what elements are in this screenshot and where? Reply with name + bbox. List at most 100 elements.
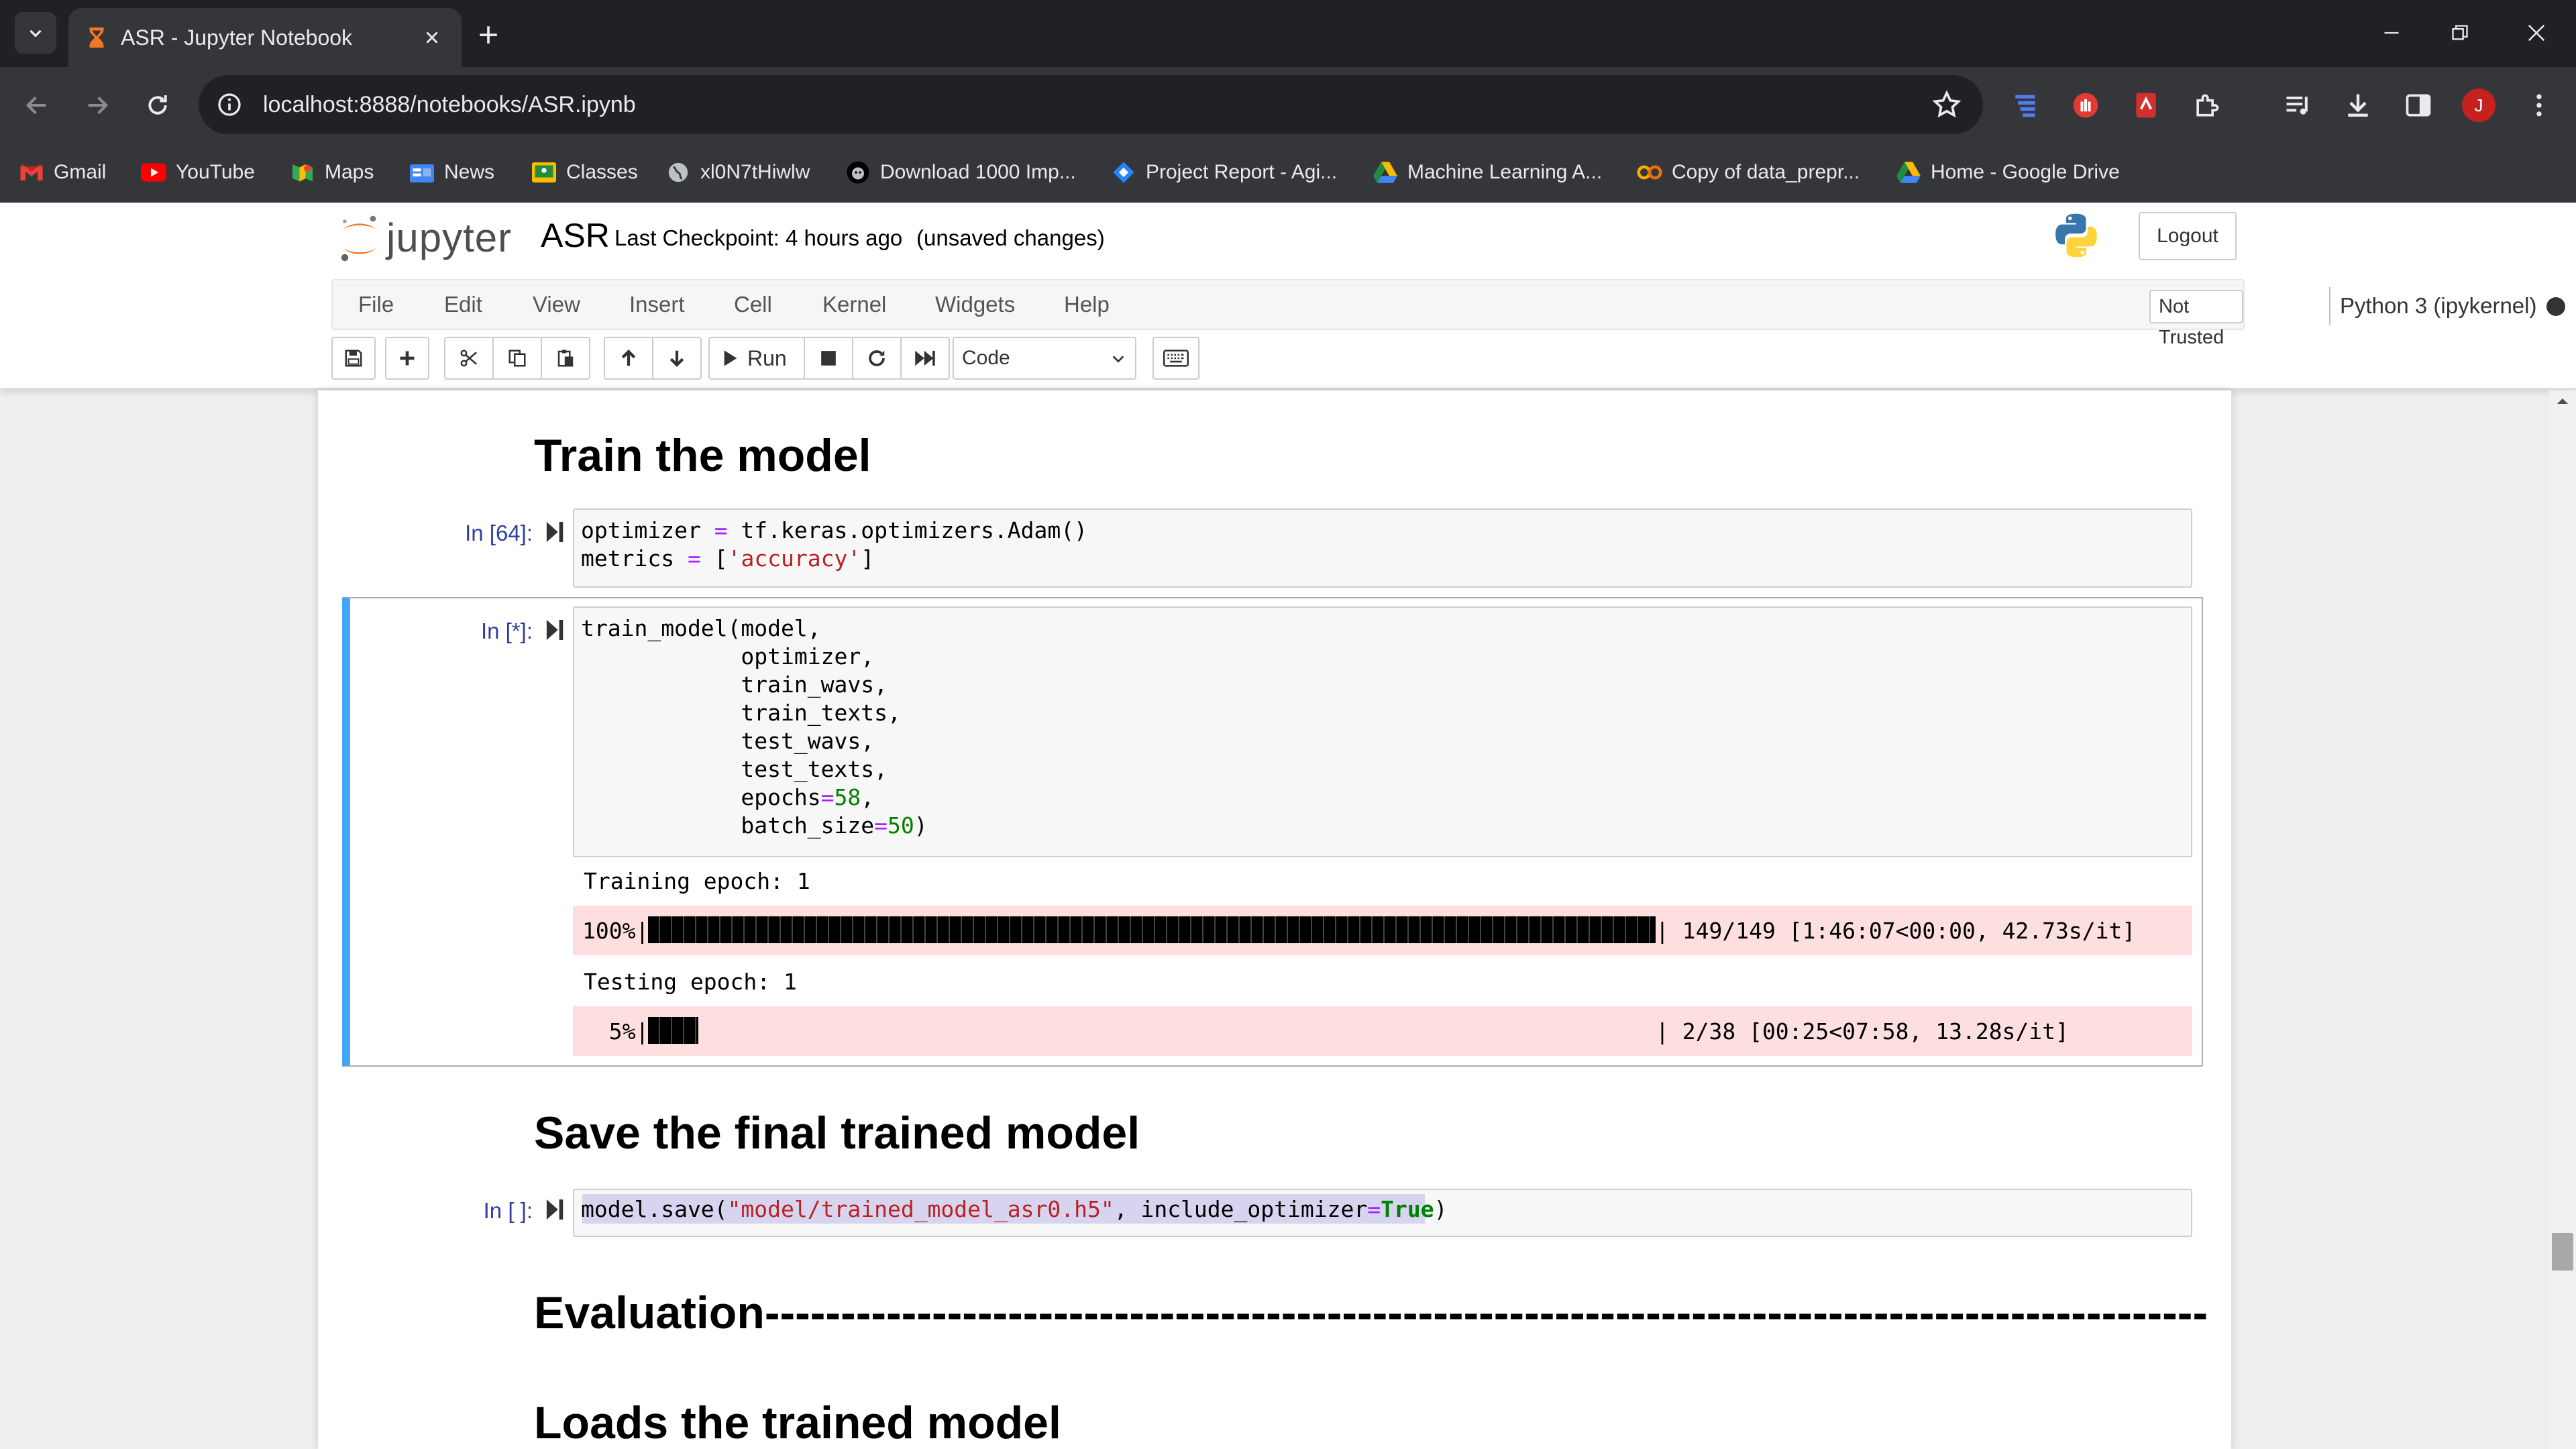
cell-1-prompt: In [64]:	[465, 521, 533, 545]
heading-load-model[interactable]: Loads the trained model	[534, 1397, 1061, 1449]
bookmark-copy-of-data-prep[interactable]: Copy of data_prepr...	[1637, 157, 1860, 188]
extension-list-icon[interactable]	[2007, 87, 2043, 123]
downloads-button[interactable]	[2340, 87, 2376, 123]
profile-avatar[interactable]: J	[2462, 89, 2496, 122]
command-palette-button[interactable]	[1152, 337, 1199, 380]
new-tab-button[interactable]	[470, 16, 507, 54]
move-down-button[interactable]	[652, 337, 702, 380]
code-line: optimizer,	[581, 643, 875, 669]
cell-type-select[interactable]: Code	[953, 337, 1136, 380]
menu-edit[interactable]: Edit	[444, 280, 482, 329]
browser-tab-active[interactable]: ASR - Jupyter Notebook	[68, 8, 462, 67]
news-icon	[409, 160, 435, 185]
run-button[interactable]: Run	[708, 337, 805, 380]
testing-progress-output: 5%| | 2/38 [00:25<07:58, 13.28s/it]	[573, 1006, 2192, 1056]
stop-icon	[821, 351, 836, 366]
jupyter-logo[interactable]: jupyter	[338, 211, 519, 264]
scrollbar-thumb[interactable]	[2552, 1233, 2573, 1271]
paste-button[interactable]	[541, 337, 590, 380]
scroll-up-icon[interactable]	[2555, 393, 2571, 409]
restart-run-all-button[interactable]	[900, 337, 950, 380]
reload-button[interactable]	[138, 86, 177, 125]
menu-help[interactable]: Help	[1064, 280, 1110, 329]
jupyter-header: jupyter ASR Last Checkpoint: 4 hours ago…	[0, 203, 2576, 389]
cell-2-input[interactable]: train_model(model, optimizer, train_wavs…	[573, 606, 2192, 857]
url-text[interactable]: localhost:8888/notebooks/ASR.ipynb	[263, 75, 636, 134]
restore-icon	[2452, 25, 2468, 40]
code-line: epochs=58,	[581, 784, 875, 810]
heading-save-model[interactable]: Save the final trained model	[534, 1107, 1140, 1159]
bookmark-star-icon[interactable]	[1932, 90, 1962, 119]
paste-icon	[557, 350, 574, 367]
notebook-name[interactable]: ASR	[541, 216, 610, 255]
save-button[interactable]	[331, 337, 376, 380]
maps-icon	[290, 160, 315, 185]
bookmark-machine-learning[interactable]: Machine Learning A...	[1373, 157, 1602, 188]
menu-insert[interactable]: Insert	[629, 280, 685, 329]
extension-blocker-icon[interactable]	[2068, 87, 2104, 123]
cut-button[interactable]	[444, 337, 494, 380]
interrupt-button[interactable]	[804, 337, 853, 380]
jupyter-logo-icon	[341, 215, 376, 262]
site-info-button[interactable]	[213, 89, 246, 121]
progress-percent: 100%|	[582, 918, 649, 944]
bookmark-xl0n7thiwlw[interactable]: xl0N7tHiwlw	[665, 157, 810, 188]
kernel-name: Python 3 (ipykernel)	[2329, 287, 2536, 325]
training-progress-output: 100%| | 149/149 [1:46:07<00:00, 42.73s/i…	[573, 906, 2192, 955]
plus-icon	[480, 26, 497, 44]
bookmark-youtube[interactable]: YouTube	[141, 157, 255, 188]
bookmark-project-report[interactable]: Project Report - Agi...	[1111, 157, 1337, 188]
menu-cell[interactable]: Cell	[734, 280, 772, 329]
tab-search-button[interactable]	[15, 12, 56, 54]
menu-view[interactable]: View	[533, 280, 580, 329]
progress-fill	[648, 1017, 699, 1044]
bookmark-news[interactable]: News	[409, 157, 494, 188]
youtube-icon	[141, 160, 166, 185]
autosave-status: (unsaved changes)	[916, 225, 1105, 250]
tab-close-button[interactable]	[417, 23, 447, 52]
plus-icon	[400, 351, 415, 366]
insert-cell-button[interactable]	[385, 337, 429, 380]
bookmark-maps[interactable]: Maps	[290, 157, 374, 188]
restore-button[interactable]	[2430, 9, 2490, 56]
minimize-button[interactable]	[2361, 9, 2422, 56]
code-line: model.save("model/trained_model_asr0.h5"…	[581, 1196, 1448, 1222]
page-scrollbar[interactable]	[2549, 390, 2576, 1449]
run-cell-icon[interactable]	[546, 620, 565, 640]
cell-1-input[interactable]: optimizer = tf.keras.optimizers.Adam() m…	[573, 508, 2192, 588]
logout-button[interactable]: Logout	[2139, 212, 2237, 260]
chevron-down-icon	[1112, 356, 1124, 363]
bookmark-google-drive[interactable]: Home - Google Drive	[1896, 157, 2120, 188]
bookmark-gmail[interactable]: Gmail	[19, 157, 106, 188]
media-control-button[interactable]	[2279, 87, 2316, 123]
more-vertical-icon	[2536, 94, 2542, 117]
move-up-button[interactable]	[604, 337, 653, 380]
heading-train-the-model[interactable]: Train the model	[534, 429, 871, 482]
run-cell-icon[interactable]	[546, 522, 565, 542]
bookmark-download-1000[interactable]: Download 1000 Imp...	[845, 157, 1076, 188]
trust-status-button[interactable]: Not Trusted	[2149, 290, 2243, 348]
extensions-button[interactable]	[2188, 87, 2224, 123]
colab-icon	[1637, 160, 1662, 185]
menu-widgets[interactable]: Widgets	[935, 280, 1015, 329]
menu-file[interactable]: File	[358, 280, 394, 329]
extension-pdf-icon[interactable]	[2128, 87, 2164, 123]
heading-evaluation[interactable]: Evaluation------------------------------…	[534, 1287, 2208, 1339]
run-cell-icon[interactable]	[546, 1199, 565, 1220]
code-line: train_model(model,	[581, 615, 821, 641]
bookmark-classes[interactable]: Classes	[531, 157, 638, 188]
forward-button[interactable]	[78, 86, 117, 125]
copy-icon	[508, 350, 526, 367]
puzzle-icon	[2196, 94, 2219, 117]
address-bar[interactable]: localhost:8888/notebooks/ASR.ipynb	[199, 75, 1983, 134]
python-logo-icon	[2055, 213, 2097, 258]
copy-button[interactable]	[492, 337, 542, 380]
cell-2-prompt: In [*]:	[480, 619, 533, 643]
cell-3-input[interactable]: model.save("model/trained_model_asr0.h5"…	[573, 1189, 2192, 1237]
restart-button[interactable]	[852, 337, 902, 380]
browser-menu-button[interactable]	[2521, 87, 2557, 123]
menu-kernel[interactable]: Kernel	[822, 280, 886, 329]
back-button[interactable]	[17, 86, 56, 125]
side-panel-button[interactable]	[2400, 87, 2436, 123]
close-window-button[interactable]	[2506, 9, 2567, 56]
